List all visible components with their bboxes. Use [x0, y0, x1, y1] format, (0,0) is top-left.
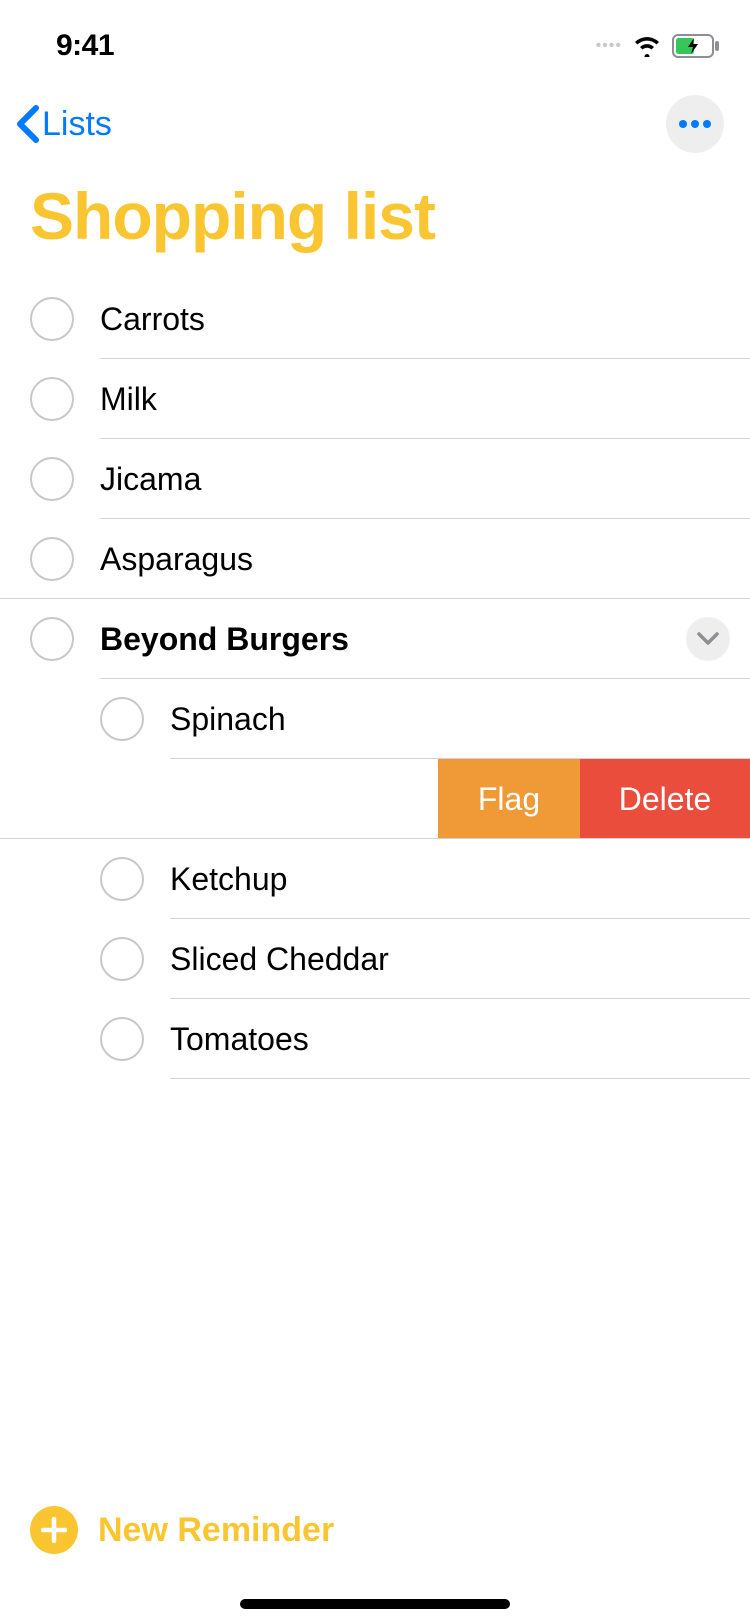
reminder-label[interactable]: Jicama: [100, 461, 750, 498]
checkbox-circle[interactable]: [100, 1017, 144, 1061]
reminder-label[interactable]: Ketchup: [170, 861, 750, 898]
checkbox-circle[interactable]: [30, 457, 74, 501]
reminder-label[interactable]: Beyond Burgers: [100, 621, 686, 658]
checkbox-circle[interactable]: [30, 537, 74, 581]
reminder-label[interactable]: Asparagus: [100, 541, 750, 578]
checkbox-circle[interactable]: [30, 377, 74, 421]
wifi-icon: [632, 35, 662, 57]
reminder-group-row[interactable]: Beyond Burgers: [0, 599, 750, 679]
reminder-row[interactable]: Spinach: [0, 679, 750, 759]
reminder-row[interactable]: Tomatoes: [0, 999, 750, 1079]
status-time: 9:41: [56, 29, 114, 63]
reminder-label[interactable]: Carrots: [100, 301, 750, 338]
chevron-left-icon: [14, 104, 42, 144]
reminder-row[interactable]: Asparagus: [0, 519, 750, 599]
reminder-label[interactable]: Spinach: [170, 701, 750, 738]
reminder-label[interactable]: Sliced Cheddar: [170, 941, 750, 978]
reminder-label[interactable]: Milk: [100, 381, 750, 418]
chevron-down-icon: [697, 632, 719, 646]
home-indicator[interactable]: [240, 1599, 510, 1609]
delete-button[interactable]: Delete: [580, 759, 750, 839]
reminder-label[interactable]: Tomatoes: [170, 1021, 750, 1058]
checkbox-circle[interactable]: [100, 697, 144, 741]
ellipsis-icon: [677, 119, 713, 129]
cellular-signal-icon: ••••: [596, 37, 622, 55]
reminder-row[interactable]: Carrots: [0, 279, 750, 359]
reminder-row[interactable]: Sliced Cheddar: [0, 919, 750, 999]
expand-button[interactable]: [686, 617, 730, 661]
nav-bar: Lists: [0, 80, 750, 168]
status-bar: 9:41 ••••: [0, 0, 750, 80]
new-reminder-label[interactable]: New Reminder: [98, 1511, 334, 1550]
back-button[interactable]: Lists: [14, 104, 112, 144]
reminder-row[interactable]: Jicama: [0, 439, 750, 519]
new-reminder-button[interactable]: [30, 1506, 78, 1554]
more-button[interactable]: [666, 95, 724, 153]
battery-icon: [672, 34, 720, 58]
status-indicators: ••••: [596, 34, 720, 58]
reminder-row[interactable]: Milk: [0, 359, 750, 439]
checkbox-circle[interactable]: [100, 857, 144, 901]
flag-button[interactable]: Flag: [438, 759, 580, 839]
plus-icon: [41, 1517, 67, 1543]
swiped-reminder-row[interactable]: Flag Delete: [0, 759, 750, 839]
list-title: Shopping list: [0, 168, 750, 279]
reminder-row[interactable]: Ketchup: [0, 839, 750, 919]
checkbox-circle[interactable]: [30, 617, 74, 661]
checkbox-circle[interactable]: [100, 937, 144, 981]
back-label: Lists: [42, 105, 112, 144]
bottom-toolbar: New Reminder: [0, 1486, 750, 1574]
checkbox-circle[interactable]: [30, 297, 74, 341]
